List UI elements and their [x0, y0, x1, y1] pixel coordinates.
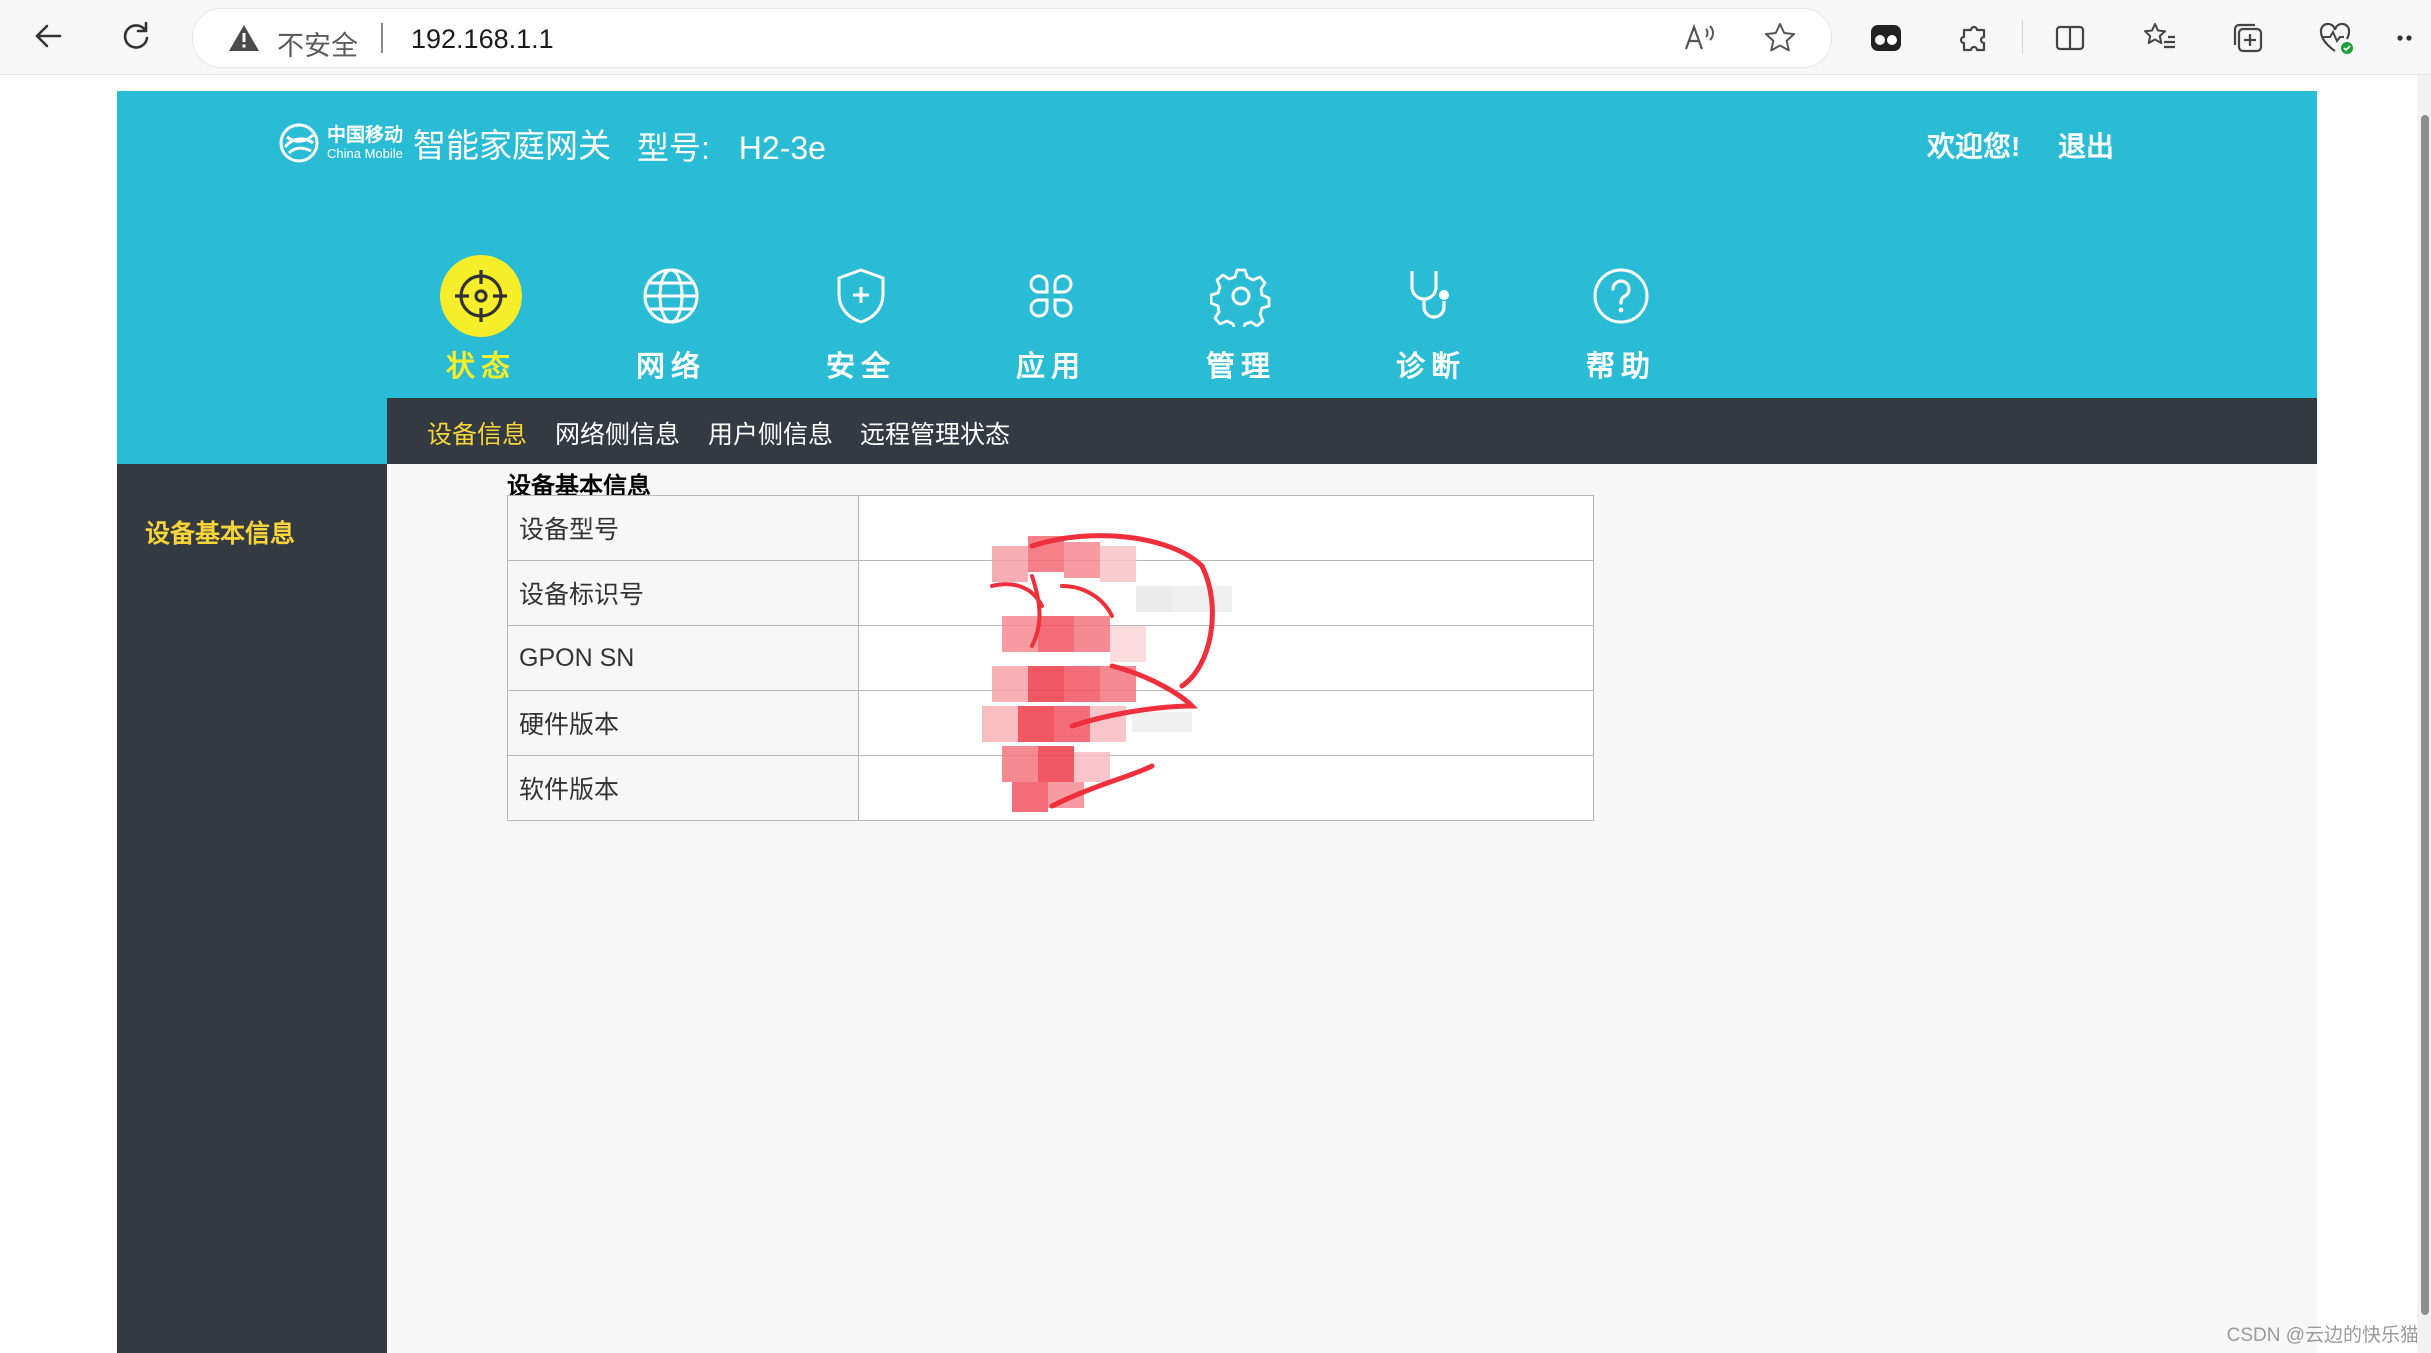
model-label: 型号: [637, 130, 710, 166]
menu-network[interactable]: 网络 [611, 255, 731, 385]
menu-label: 帮助 [1585, 351, 1656, 383]
brand-en: China Mobile [327, 146, 403, 161]
extension-app-icon[interactable] [1862, 14, 1910, 62]
help-icon [1580, 255, 1662, 337]
globe-icon [630, 255, 712, 337]
menu-apps[interactable]: 应用 [991, 255, 1111, 385]
arrow-left-icon [35, 24, 62, 48]
product-name: 智能家庭网关 [413, 127, 612, 164]
sub-navigation: 设备信息 网络侧信息 用户侧信息 远程管理状态 [387, 398, 2317, 464]
security-status[interactable]: 不安全 [277, 24, 358, 63]
menu-label: 安全 [825, 351, 896, 383]
more-menu-icon[interactable] [2394, 14, 2430, 62]
menu-security[interactable]: 安全 [801, 255, 921, 385]
subnav-device-info[interactable]: 设备信息 [427, 415, 527, 451]
read-aloud-icon[interactable] [1681, 19, 1719, 57]
row-label: 设备标识号 [507, 560, 859, 626]
favorites-list-icon[interactable] [2136, 14, 2184, 62]
stethoscope-icon [1390, 255, 1472, 337]
brand-cn: 中国移动 [327, 125, 404, 146]
shield-icon [820, 255, 902, 337]
menu-management[interactable]: 管理 [1181, 255, 1301, 385]
page-viewport: 中国移动 China Mobile 智能家庭网关 型号: H2-3e 欢迎您! … [0, 75, 2431, 1353]
subnav-network-info[interactable]: 网络侧信息 [555, 415, 680, 451]
page-scrollbar[interactable] [2417, 75, 2431, 1353]
menu-label: 网络 [635, 351, 706, 383]
menu-help[interactable]: 帮助 [1561, 255, 1681, 385]
menu-label: 诊断 [1395, 351, 1466, 383]
gear-icon [1200, 255, 1282, 337]
brand-wordmark: 中国移动 China Mobile [327, 126, 403, 160]
apps-icon [1010, 255, 1092, 337]
subnav-user-info[interactable]: 用户侧信息 [708, 415, 833, 451]
reload-button[interactable] [112, 12, 160, 60]
browser-toolbar: 不安全 192.168.1.1 [0, 0, 2431, 75]
menu-label: 状态 [445, 351, 516, 383]
watermark-text: CSDN @云边的快乐猫 [2226, 1325, 2419, 1346]
row-label: GPON SN [507, 625, 859, 691]
china-mobile-logo-icon [279, 123, 319, 163]
menu-diagnostics[interactable]: 诊断 [1371, 255, 1491, 385]
split-screen-icon[interactable] [2046, 14, 2094, 62]
address-bar[interactable]: 不安全 192.168.1.1 [192, 8, 1832, 68]
scrollbar-thumb[interactable] [2421, 115, 2429, 1315]
back-button[interactable] [24, 12, 72, 60]
collections-icon[interactable] [2224, 14, 2272, 62]
subnav-remote-status[interactable]: 远程管理状态 [860, 415, 1010, 451]
reload-icon [123, 21, 149, 49]
toolbar-separator [2022, 20, 2023, 54]
target-icon [440, 255, 522, 337]
extensions-puzzle-icon[interactable] [1950, 14, 1998, 62]
router-admin-page: 中国移动 China Mobile 智能家庭网关 型号: H2-3e 欢迎您! … [117, 91, 2317, 1353]
warning-icon [227, 23, 261, 58]
brand: 中国移动 China Mobile 智能家庭网关 [277, 119, 611, 167]
redaction-overlay [982, 533, 1232, 812]
menu-status[interactable]: 状态 [421, 255, 541, 385]
favorite-star-icon[interactable] [1761, 19, 1799, 57]
address-separator [381, 23, 383, 53]
sidebar: 设备基本信息 [117, 464, 387, 1353]
model-value: H2-3e [738, 130, 826, 166]
sidebar-item-device-basic-info[interactable]: 设备基本信息 [145, 514, 295, 550]
model-info: 型号: H2-3e [637, 123, 826, 169]
row-label: 硬件版本 [507, 690, 859, 756]
url-text[interactable]: 192.168.1.1 [411, 24, 554, 55]
logout-link[interactable]: 退出 [2058, 125, 2114, 165]
browser-health-icon[interactable] [2312, 14, 2360, 62]
header-left-strip [117, 398, 387, 464]
menu-label: 应用 [1015, 351, 1086, 383]
page-header: 中国移动 China Mobile 智能家庭网关 型号: H2-3e 欢迎您! … [117, 91, 2317, 398]
row-label: 设备型号 [507, 495, 859, 561]
welcome-text: 欢迎您! [1927, 131, 2021, 162]
row-label: 软件版本 [507, 755, 859, 821]
menu-label: 管理 [1205, 351, 1276, 383]
